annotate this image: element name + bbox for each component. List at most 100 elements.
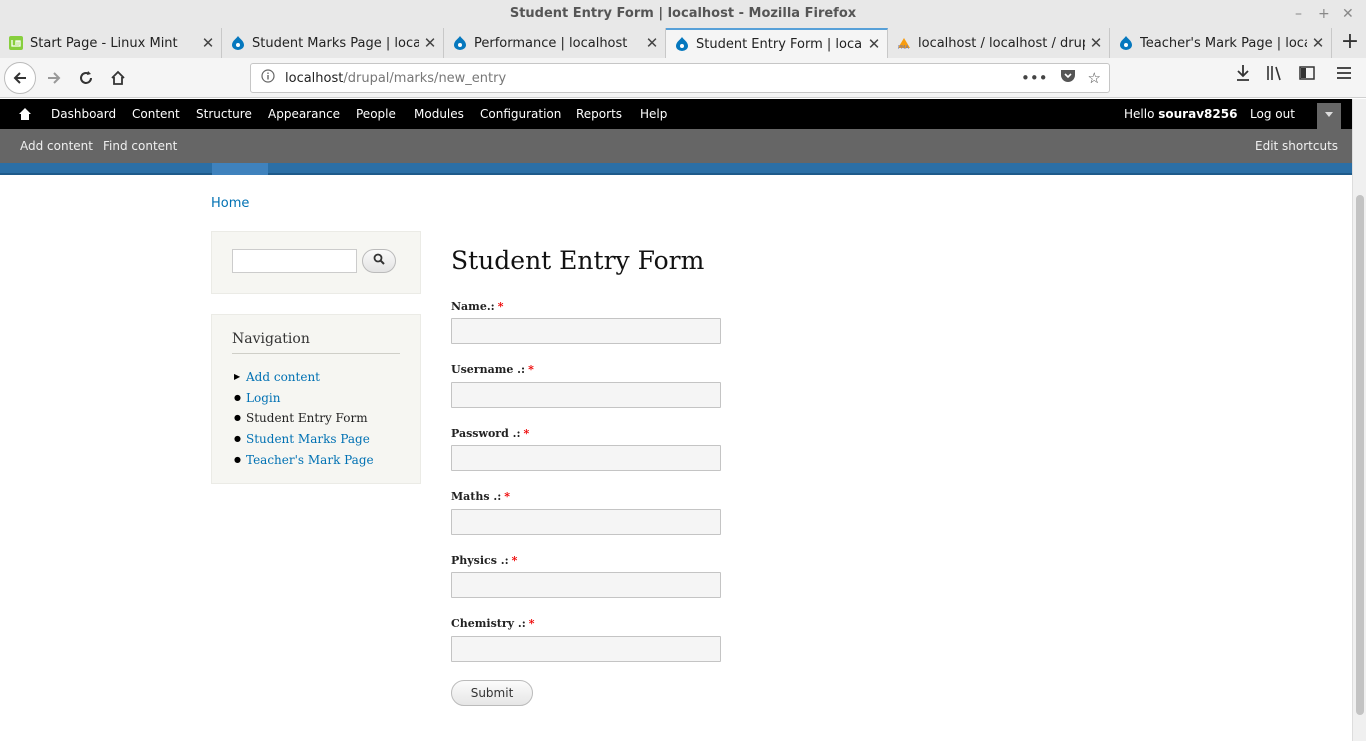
- username-field[interactable]: [451, 382, 721, 408]
- pocket-icon[interactable]: [1060, 69, 1076, 87]
- shortcut-add-content[interactable]: Add content: [20, 129, 93, 163]
- password-field[interactable]: [451, 445, 721, 471]
- downloads-icon[interactable]: [1235, 64, 1251, 87]
- bullet-icon: ●: [234, 434, 241, 444]
- required-marker: *: [528, 363, 534, 376]
- page-title: Student Entry Form: [451, 246, 705, 275]
- chemistry-field[interactable]: [451, 636, 721, 662]
- search-icon: [373, 253, 385, 269]
- shortcuts-tray: Add content Find content Edit shortcuts: [0, 129, 1352, 163]
- nav-link[interactable]: Add content: [246, 367, 320, 388]
- password-label: Password .: *: [451, 427, 529, 440]
- back-icon[interactable]: [4, 62, 36, 94]
- info-icon[interactable]: [261, 69, 275, 87]
- home-icon[interactable]: [104, 64, 132, 92]
- toolbar-appearance[interactable]: Appearance: [268, 99, 340, 129]
- field-label-text: Password .:: [451, 427, 521, 440]
- toolbar-configuration[interactable]: Configuration: [480, 99, 561, 129]
- toolbar-modules[interactable]: Modules: [414, 99, 464, 129]
- close-tab-icon[interactable]: ✕: [1311, 34, 1325, 52]
- tab-label: Performance | localhost: [474, 35, 628, 51]
- menu-icon[interactable]: [1336, 64, 1352, 87]
- linux-mint-icon: [8, 35, 24, 51]
- toolbar-dashboard[interactable]: Dashboard: [51, 99, 116, 129]
- tab-label: Student Entry Form | localho: [696, 36, 863, 52]
- tab-student-marks[interactable]: Student Marks Page | localho ✕: [222, 28, 444, 58]
- header-band: [0, 163, 1352, 175]
- physics-label: Physics .: *: [451, 554, 517, 567]
- tab-label: Student Marks Page | localho: [252, 35, 419, 51]
- toolbar-people[interactable]: People: [356, 99, 396, 129]
- scrollbar-thumb[interactable]: [1356, 195, 1364, 715]
- maximize-button[interactable]: +: [1318, 0, 1330, 28]
- breadcrumb[interactable]: Home: [211, 196, 249, 211]
- tab-teachers-mark[interactable]: Teacher's Mark Page | localh ✕: [1110, 28, 1332, 58]
- edit-shortcuts-link[interactable]: Edit shortcuts: [1255, 129, 1338, 163]
- minimize-button[interactable]: –: [1295, 0, 1302, 28]
- navigation-block: Navigation ▶ Add content ● Login ● Stude…: [211, 314, 421, 484]
- page-scrollbar[interactable]: [1352, 99, 1366, 741]
- nav-item-login[interactable]: ● Login: [234, 388, 374, 409]
- required-marker: *: [523, 427, 530, 440]
- library-icon[interactable]: [1266, 64, 1284, 87]
- nav-link[interactable]: Student Marks Page: [246, 429, 370, 450]
- nav-item-add-content[interactable]: ▶ Add content: [234, 367, 374, 388]
- close-tab-icon[interactable]: ✕: [867, 35, 881, 53]
- phpmyadmin-icon: PMA: [896, 35, 912, 51]
- bookmark-star-icon[interactable]: ☆: [1088, 69, 1101, 87]
- drupal-icon: [1118, 35, 1134, 51]
- drupal-icon: [230, 35, 246, 51]
- shortcut-find-content[interactable]: Find content: [103, 129, 177, 163]
- header-tab-marker: [212, 163, 268, 175]
- logout-link[interactable]: Log out: [1250, 99, 1295, 129]
- close-tab-icon[interactable]: ✕: [1089, 34, 1103, 52]
- address-bar[interactable]: localhost/drupal/marks/new_entry ••• ☆: [250, 63, 1110, 93]
- reload-icon[interactable]: [72, 64, 100, 92]
- required-marker: *: [497, 300, 504, 313]
- nav-link[interactable]: Teacher's Mark Page: [246, 450, 374, 471]
- search-block: [211, 231, 421, 294]
- field-label-text: Name.:: [451, 300, 495, 313]
- nav-item-teachers-mark[interactable]: ● Teacher's Mark Page: [234, 450, 374, 471]
- admin-toolbar: Dashboard Content Structure Appearance P…: [0, 99, 1352, 129]
- bullet-icon: ●: [234, 413, 241, 423]
- submit-button[interactable]: Submit: [451, 680, 533, 706]
- url-text: localhost/drupal/marks/new_entry: [285, 71, 506, 86]
- toolbar-content[interactable]: Content: [132, 99, 180, 129]
- divider: [232, 353, 400, 354]
- tab-label: Start Page - Linux Mint: [30, 35, 178, 51]
- toggle-shortcuts-icon[interactable]: [1317, 103, 1341, 129]
- bullet-icon: ●: [234, 392, 241, 402]
- tab-performance[interactable]: Performance | localhost ✕: [444, 28, 666, 58]
- nav-item-student-marks[interactable]: ● Student Marks Page: [234, 429, 374, 450]
- maths-field[interactable]: [451, 509, 721, 535]
- home-icon[interactable]: [18, 99, 32, 129]
- tab-student-entry-form[interactable]: Student Entry Form | localho ✕: [666, 28, 888, 58]
- tab-phpmyadmin[interactable]: PMA localhost / localhost / drupal ✕: [888, 28, 1110, 58]
- sidebar-icon[interactable]: [1298, 64, 1316, 87]
- tab-label: Teacher's Mark Page | localh: [1140, 35, 1307, 51]
- page-actions-icon[interactable]: •••: [1021, 69, 1048, 87]
- forward-icon[interactable]: [40, 64, 68, 92]
- tab-start-page[interactable]: Start Page - Linux Mint ✕: [0, 28, 222, 58]
- physics-field[interactable]: [451, 572, 721, 598]
- nav-link[interactable]: Login: [246, 388, 280, 409]
- chemistry-label: Chemistry .: *: [451, 617, 535, 630]
- close-window-button[interactable]: ✕: [1342, 0, 1354, 28]
- username[interactable]: sourav8256: [1158, 107, 1237, 121]
- toolbar-help[interactable]: Help: [640, 99, 667, 129]
- close-tab-icon[interactable]: ✕: [645, 34, 659, 52]
- toolbar-reports[interactable]: Reports: [576, 99, 622, 129]
- close-tab-icon[interactable]: ✕: [423, 34, 437, 52]
- required-marker: *: [511, 554, 518, 567]
- username-label: Username .: *: [451, 363, 534, 376]
- toolbar-structure[interactable]: Structure: [196, 99, 252, 129]
- nav-item-student-entry-form: ● Student Entry Form: [234, 408, 374, 429]
- name-label: Name.: *: [451, 300, 503, 313]
- name-field[interactable]: [451, 318, 721, 344]
- new-tab-icon[interactable]: +: [1334, 28, 1366, 58]
- tab-strip: Start Page - Linux Mint ✕ Student Marks …: [0, 28, 1366, 58]
- close-tab-icon[interactable]: ✕: [201, 34, 215, 52]
- search-button[interactable]: [362, 249, 396, 273]
- search-input[interactable]: [232, 249, 357, 273]
